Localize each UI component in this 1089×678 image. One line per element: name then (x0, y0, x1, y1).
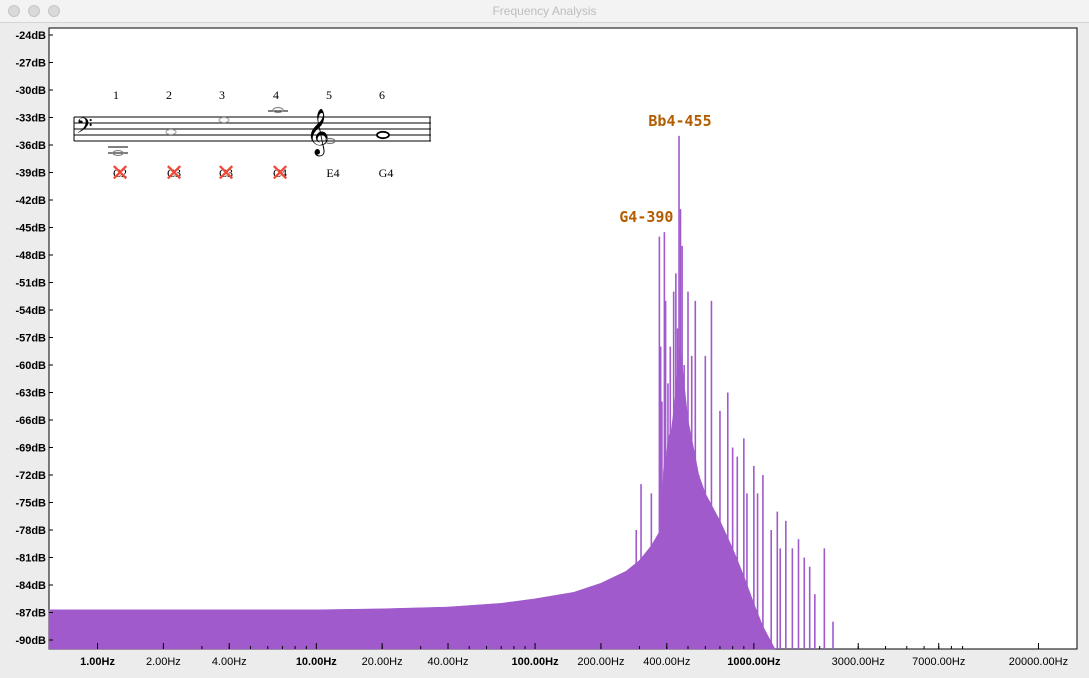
y-tick-label: -81dB (15, 553, 46, 565)
note-name: E4 (326, 166, 339, 180)
x-tick-label: 3000.00Hz (832, 656, 885, 668)
plot-area (48, 27, 1078, 650)
y-axis: -24dB -27dB -30dB -33dB -36dB -39dB -42dB -45dB… (15, 30, 53, 647)
y-tick-label: -84dB (15, 580, 46, 592)
cross-icon: ✕ (270, 159, 290, 187)
x-tick-label: 1.00Hz (80, 656, 115, 668)
note-head (376, 130, 390, 140)
y-tick-label: -75dB (15, 498, 46, 510)
app-window: Frequency Analysis -24dB -27dB -30dB -33dB -… (0, 0, 1089, 678)
x-tick-label: 20.00Hz (362, 656, 403, 668)
x-tick-label: 7000.00Hz (912, 656, 965, 668)
note-name: G4 (379, 166, 394, 180)
y-tick-label: -33dB (15, 113, 46, 125)
cross-icon: ✕ (164, 159, 184, 187)
y-tick-label: -90dB (15, 635, 46, 647)
y-tick-label: -42dB (15, 195, 46, 207)
y-tick-label: -63dB (15, 388, 46, 400)
y-tick-label: -54dB (15, 305, 46, 317)
note-number: 6 (379, 88, 385, 102)
y-tick-label: -45dB (15, 223, 46, 235)
peak-label: Bb4-455 (648, 112, 711, 130)
x-tick-label: 20000.00Hz (1009, 656, 1068, 668)
y-tick-label: -72dB (15, 470, 46, 482)
y-tick-label: -57dB (15, 333, 46, 345)
note-number: 5 (326, 88, 332, 102)
y-tick-label: -78dB (15, 525, 46, 537)
y-tick-label: -36dB (15, 140, 46, 152)
x-tick-label: 1000.00Hz (727, 656, 781, 668)
frequency-chart: -24dB -27dB -30dB -33dB -36dB -39dB -42dB -45dB… (15, 27, 1078, 668)
x-tick-label: 10.00Hz (296, 656, 337, 668)
x-tick-label: 400.00Hz (643, 656, 690, 668)
note-number: 1 (113, 88, 119, 102)
y-tick-label: -24dB (15, 30, 46, 42)
y-tick-label: -30dB (15, 85, 46, 97)
treble-clef-icon: 𝄞 (306, 109, 330, 157)
x-tick-label: 100.00Hz (512, 656, 560, 668)
x-tick-label: 2.00Hz (146, 656, 181, 668)
peak-label: G4-390 (619, 208, 673, 226)
y-tick-label: -69dB (15, 443, 46, 455)
note-number: 4 (273, 88, 279, 102)
y-tick-label: -66dB (15, 415, 46, 427)
note-number: 2 (166, 88, 172, 102)
cross-icon: ✕ (216, 159, 236, 187)
cross-icon: ✕ (110, 159, 130, 187)
x-tick-label: 4.00Hz (212, 656, 247, 668)
note-number: 3 (219, 88, 225, 102)
y-tick-label: -48dB (15, 250, 46, 262)
y-tick-label: -51dB (15, 278, 46, 290)
y-tick-label: -87dB (15, 608, 46, 620)
x-tick-label: 40.00Hz (428, 656, 469, 668)
y-tick-label: -60dB (15, 360, 46, 372)
y-tick-label: -39dB (15, 168, 46, 180)
x-tick-label: 200.00Hz (577, 656, 624, 668)
y-tick-label: -27dB (15, 58, 46, 70)
bass-clef-icon: 𝄢 (76, 114, 93, 144)
